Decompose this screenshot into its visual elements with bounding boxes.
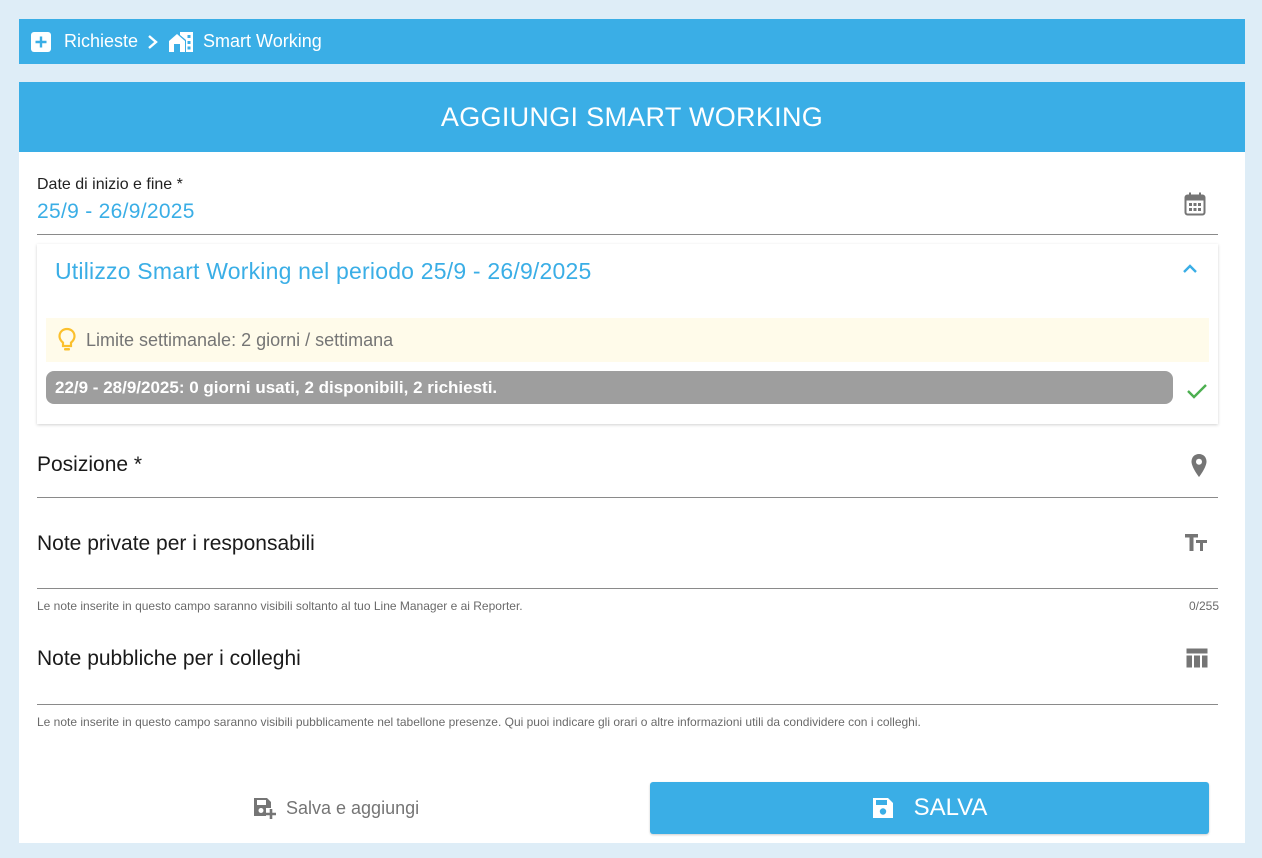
- public-notes-label: Note pubbliche per i colleghi: [37, 647, 301, 670]
- text-format-icon: [1184, 532, 1208, 557]
- chevron-up-icon[interactable]: [1182, 262, 1198, 280]
- home-work-icon: [168, 31, 194, 53]
- form-card: Date di inizio e fine * 25/9 - 26/9/2025…: [19, 152, 1245, 843]
- date-range-field[interactable]: Date di inizio e fine * 25/9 - 26/9/2025: [37, 176, 1218, 235]
- date-range-value[interactable]: 25/9 - 26/9/2025: [37, 200, 1218, 224]
- lightbulb-icon: [58, 327, 76, 353]
- save-button[interactable]: SALVA: [650, 782, 1209, 834]
- floppy-disk-icon: [872, 797, 894, 819]
- week-usage-row: 22/9 - 28/9/2025: 0 giorni usati, 2 disp…: [46, 371, 1173, 404]
- weekly-limit-tip: Limite settimanale: 2 giorni / settimana: [46, 318, 1209, 362]
- check-icon: [1186, 382, 1208, 405]
- save-and-add-label: Salva e aggiungi: [286, 797, 420, 818]
- save-and-add-button[interactable]: Salva e aggiungi: [252, 792, 419, 824]
- private-notes-hint: Le note inserite in questo campo saranno…: [37, 599, 523, 613]
- save-label: SALVA: [913, 794, 988, 821]
- save-add-icon: [252, 796, 276, 820]
- plus-icon[interactable]: [31, 31, 51, 52]
- location-pin-icon[interactable]: [1190, 453, 1208, 484]
- table-icon: [1186, 648, 1208, 673]
- breadcrumb-smart-working[interactable]: Smart Working: [203, 31, 322, 52]
- public-notes-field[interactable]: Note pubbliche per i colleghi: [37, 626, 1218, 705]
- char-counter: 0/255: [1188, 599, 1219, 613]
- usage-panel: Utilizzo Smart Working nel periodo 25/9 …: [37, 244, 1218, 424]
- private-notes-field[interactable]: Note private per i responsabili: [37, 510, 1218, 589]
- usage-panel-title[interactable]: Utilizzo Smart Working nel periodo 25/9 …: [55, 258, 592, 285]
- breadcrumb-requests[interactable]: Richieste: [64, 31, 138, 52]
- position-label: Posizione *: [37, 453, 143, 476]
- breadcrumb-bar: Richieste Smart Working: [19, 19, 1245, 64]
- position-field[interactable]: Posizione *: [37, 432, 1218, 498]
- chevron-right-icon: [146, 34, 160, 50]
- date-range-label: Date di inizio e fine *: [37, 176, 183, 193]
- weekly-limit-text: Limite settimanale: 2 giorni / settimana: [86, 329, 394, 350]
- public-notes-hint: Le note inserite in questo campo saranno…: [37, 715, 921, 729]
- private-notes-label: Note private per i responsabili: [37, 532, 315, 555]
- page-title: AGGIUNGI SMART WORKING: [19, 82, 1245, 152]
- calendar-icon[interactable]: [1184, 192, 1206, 221]
